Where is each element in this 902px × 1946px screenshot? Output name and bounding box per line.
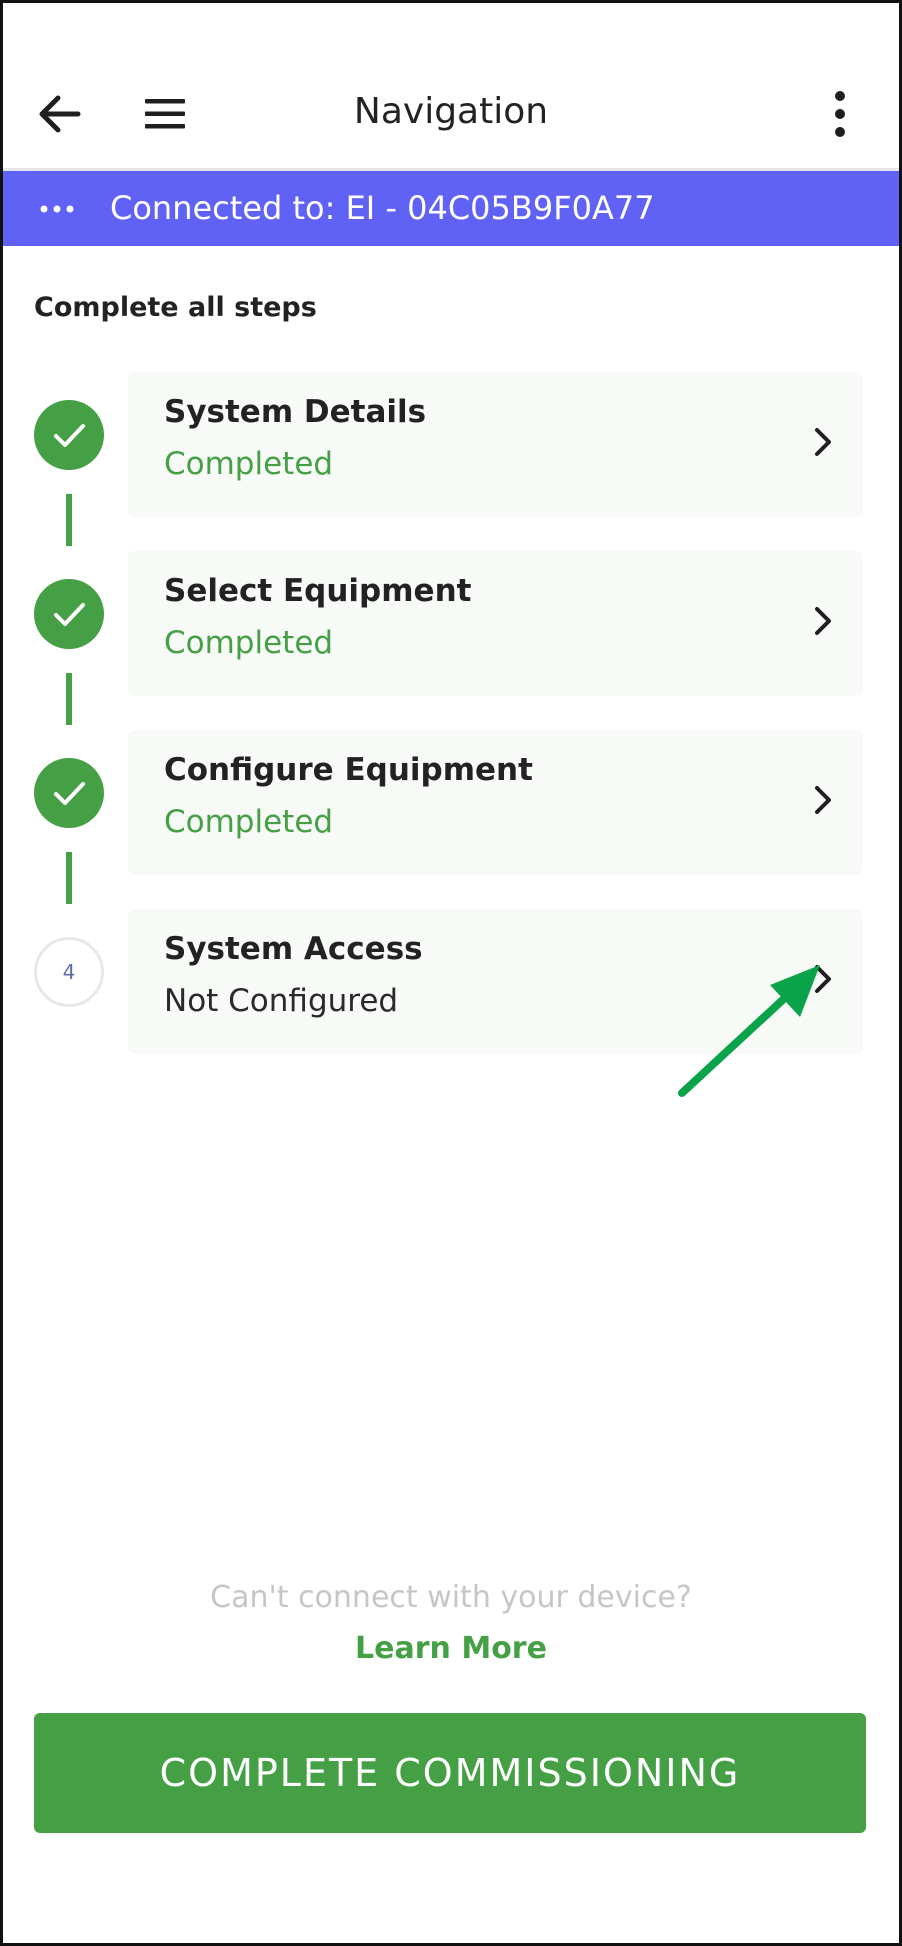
step-connector [66,852,72,904]
connection-banner: Connected to: EI - 04C05B9F0A77 [0,171,902,246]
step-connector [66,494,72,546]
step-status: Completed [164,804,334,840]
step-title: System Details [164,394,427,430]
more-vertical-icon[interactable] [820,88,860,140]
connection-help-text: Can't connect with your device? [210,1580,692,1615]
check-icon [34,758,104,828]
step-configure-equipment[interactable]: Configure Equipment Completed [128,730,863,875]
step-status: Completed [164,446,334,482]
step-number-badge: 4 [34,937,104,1007]
page-title: Navigation [353,91,549,132]
chevron-right-icon [808,422,838,462]
annotation-arrow-icon [670,955,830,1105]
check-icon [34,579,104,649]
steps-heading: Complete all steps [34,292,317,323]
step-status: Not Configured [164,983,399,1019]
complete-commissioning-button[interactable]: COMPLETE COMMISSIONING [34,1713,866,1833]
more-horizontal-icon [38,191,78,227]
check-icon [34,400,104,470]
connection-status-text: Connected to: EI - 04C05B9F0A77 [110,189,655,227]
chevron-right-icon [808,780,838,820]
chevron-right-icon [808,601,838,641]
step-title: System Access [164,931,423,967]
step-title: Select Equipment [164,573,472,609]
learn-more-link[interactable]: Learn More [0,1631,902,1666]
step-system-details[interactable]: System Details Completed [128,372,863,517]
step-connector [66,673,72,725]
step-status: Completed [164,625,334,661]
app-header: Navigation [0,0,902,171]
step-number: 4 [62,960,76,984]
step-title: Configure Equipment [164,752,533,788]
step-select-equipment[interactable]: Select Equipment Completed [128,551,863,696]
